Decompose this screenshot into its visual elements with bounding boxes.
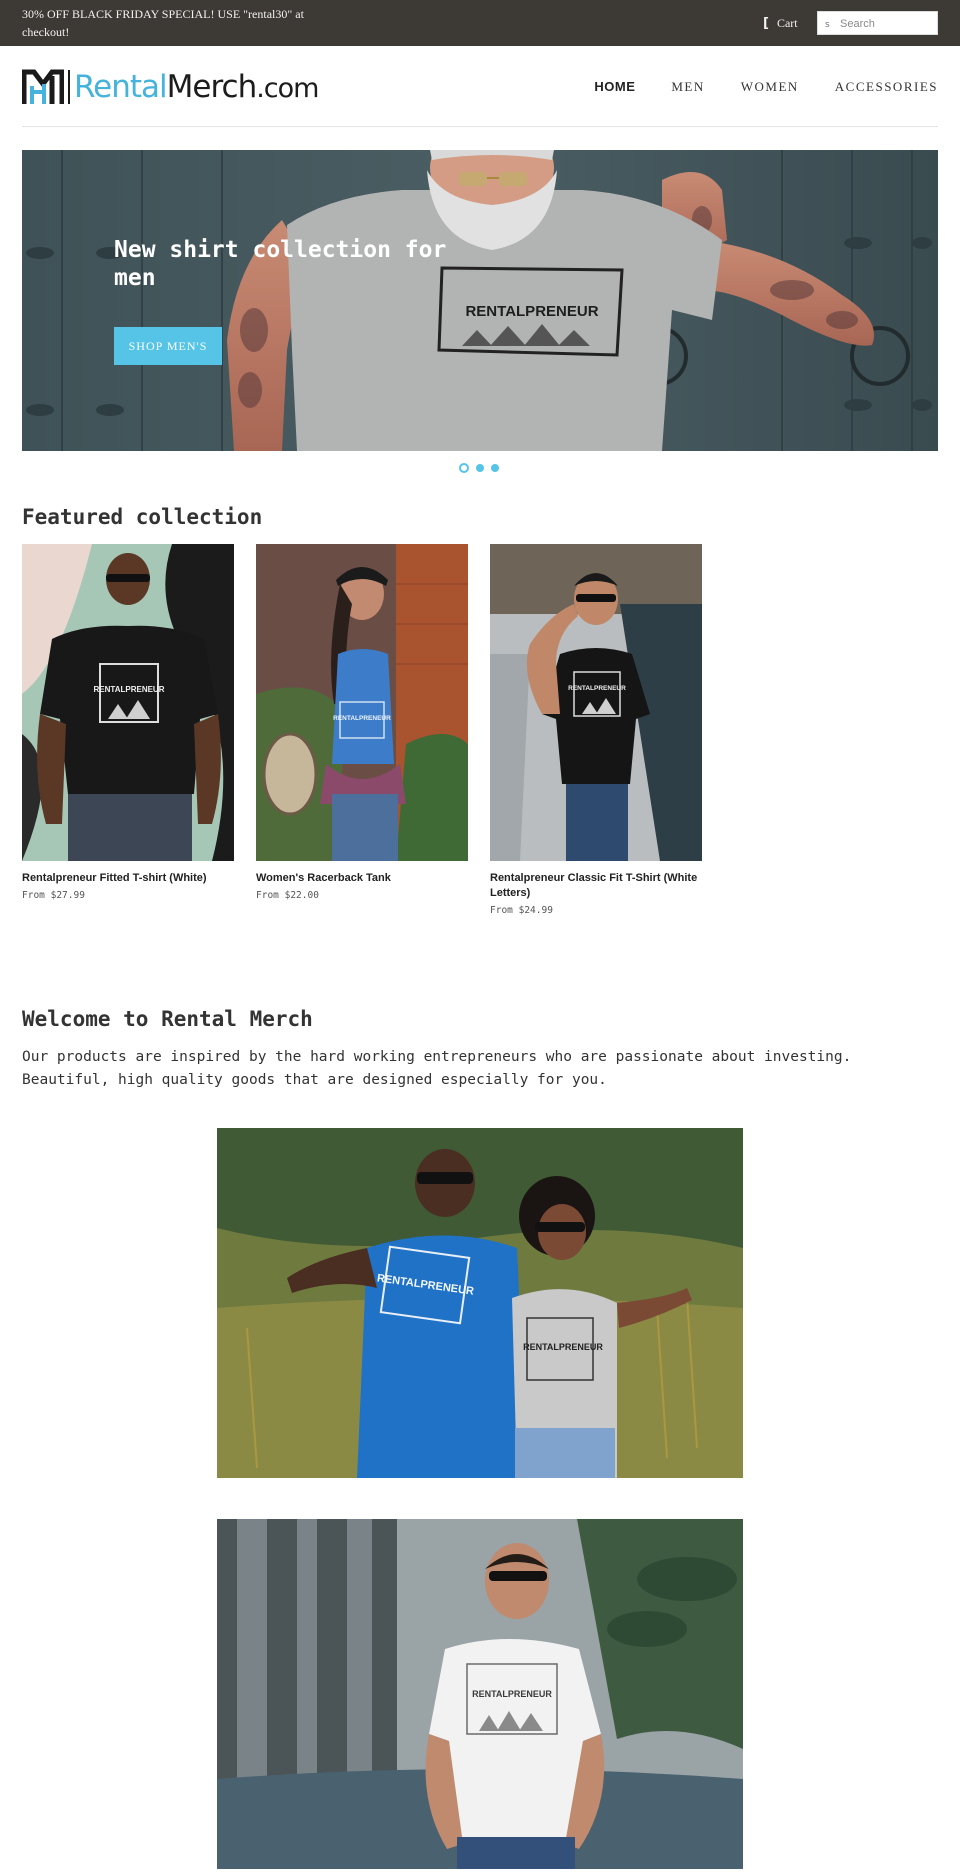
slide-dot-3[interactable]	[491, 464, 499, 472]
slideshow-dots	[459, 463, 499, 473]
logo-rental: Rental	[74, 68, 168, 105]
product-card[interactable]: RENTALPRENEUR Women's Racerback Tank Fro…	[256, 544, 468, 901]
nav-home[interactable]: HOME	[594, 79, 635, 95]
logo-com: .com	[256, 72, 319, 104]
product-name[interactable]: Rentalpreneur Classic Fit T-Shirt (White…	[490, 871, 702, 901]
hero-slideshow[interactable]: RENTALPRENEUR New shirt collection for m…	[22, 150, 938, 451]
search-box: s	[817, 11, 938, 35]
search-icon[interactable]: s	[825, 20, 830, 30]
product-price: From $22.00	[256, 890, 319, 901]
product-price: From $24.99	[490, 905, 553, 916]
product-3-print: RENTALPRENEUR	[568, 685, 626, 692]
product-image: RENTALPRENEUR	[490, 544, 702, 861]
hero-image: RENTALPRENEUR	[22, 150, 938, 451]
product-image: RENTALPRENEUR	[256, 544, 468, 861]
cart-label: Cart	[776, 15, 798, 30]
product-card[interactable]: RENTALPRENEUR Rentalpreneur Fitted T-shi…	[22, 544, 234, 901]
announcement-bar: 30% OFF BLACK FRIDAY SPECIAL! USE "renta…	[0, 0, 960, 46]
man-white-shirt-photo: RENTALPRENEUR	[217, 1519, 743, 1869]
hero-shirt-print: RENTALPRENEUR	[465, 303, 598, 320]
couple-photo: RENTALPRENEUR RENTALPRENEUR	[217, 1128, 743, 1478]
cart-link[interactable]: [ Cart	[763, 14, 798, 32]
welcome-text: Our products are inspired by the hard wo…	[22, 1049, 852, 1088]
search-input[interactable]	[840, 15, 934, 32]
product-1-print: RENTALPRENEUR	[94, 685, 165, 694]
slide-dot-1[interactable]	[459, 463, 469, 473]
site-logo[interactable]: RentalMerch.com	[22, 67, 332, 107]
product-card[interactable]: RENTALPRENEUR Rentalpreneur Classic Fit …	[490, 544, 702, 916]
product-name[interactable]: Rentalpreneur Fitted T-shirt (White)	[22, 871, 234, 886]
hero-title: New shirt collection for men	[114, 237, 447, 291]
logo-mark-icon	[22, 69, 64, 104]
photo-1-print-b: RENTALPRENEUR	[523, 1342, 603, 1352]
main-nav: HOME MEN WOMEN ACCESSORIES	[594, 79, 938, 95]
product-image: RENTALPRENEUR	[22, 544, 234, 861]
logo-merch: Merch	[166, 68, 258, 105]
logo-separator	[68, 70, 70, 104]
product-price: From $27.99	[22, 890, 85, 901]
promo-text: 30% OFF BLACK FRIDAY SPECIAL! USE "renta…	[22, 7, 304, 39]
featured-title: Featured collection	[22, 505, 263, 529]
cart-icon: [	[763, 15, 769, 31]
product-grid: RENTALPRENEUR Rentalpreneur Fitted T-shi…	[22, 544, 938, 924]
logo-wordmark: RentalMerch.com	[74, 68, 319, 105]
product-name[interactable]: Women's Racerback Tank	[256, 871, 468, 886]
nav-accessories[interactable]: ACCESSORIES	[835, 79, 938, 95]
header-divider	[22, 126, 938, 127]
welcome-title: Welcome to Rental Merch	[22, 1007, 313, 1031]
nav-men[interactable]: MEN	[671, 79, 704, 95]
photo-2-print: RENTALPRENEUR	[472, 1689, 552, 1699]
nav-women[interactable]: WOMEN	[741, 79, 799, 95]
shop-mens-button[interactable]: SHOP MEN'S	[114, 327, 222, 365]
slide-dot-2[interactable]	[476, 464, 484, 472]
product-2-print: RENTALPRENEUR	[333, 715, 391, 722]
